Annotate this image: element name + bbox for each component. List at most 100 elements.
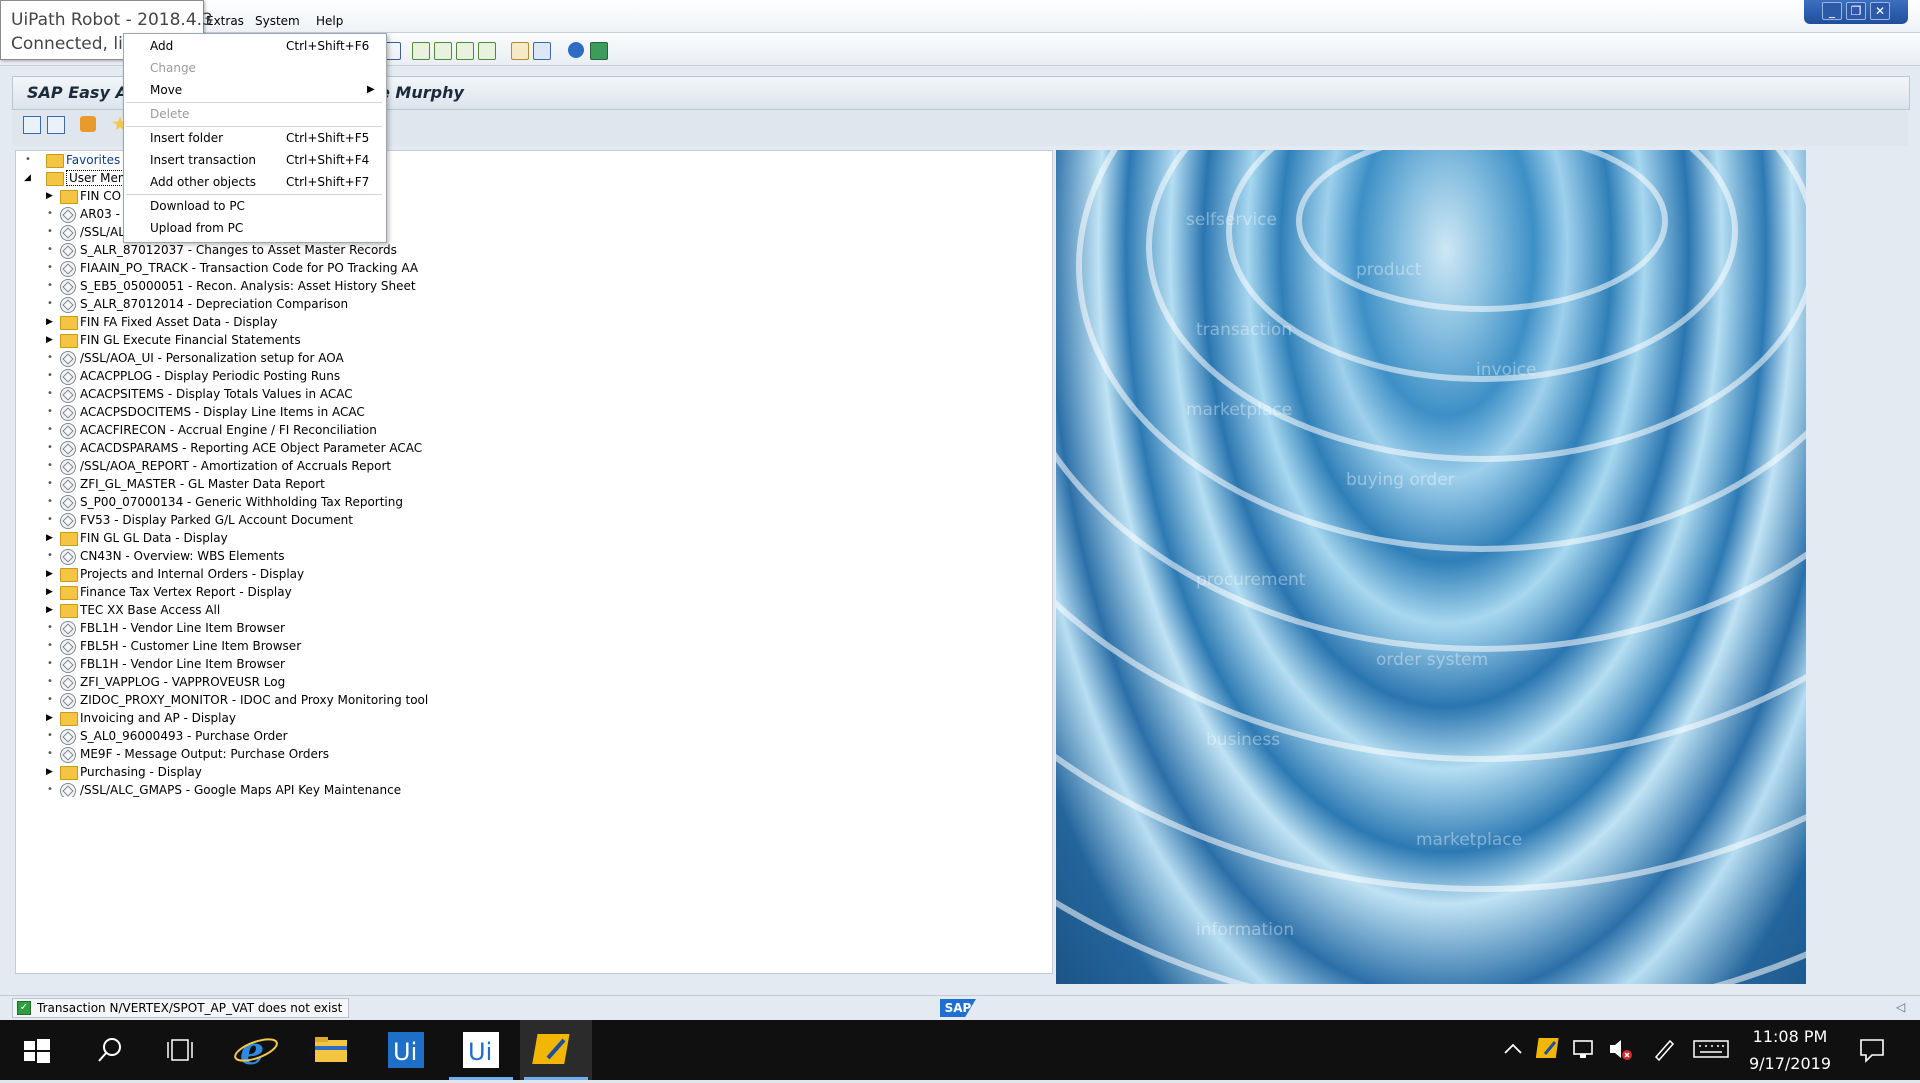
tree-item-label: S_ALR_87012037 - Changes to Asset Master… bbox=[80, 243, 397, 257]
menu-item-insert-transaction[interactable]: Insert transaction bbox=[150, 150, 256, 170]
shortcut-icon[interactable] bbox=[533, 42, 551, 60]
shortcut-insert-folder: Ctrl+Shift+F5 bbox=[286, 131, 370, 145]
screen-title-right: e Murphy bbox=[379, 83, 464, 102]
search-button[interactable] bbox=[72, 1020, 144, 1080]
transaction-icon bbox=[60, 495, 76, 511]
sap-tray-icon[interactable] bbox=[1536, 1035, 1564, 1063]
menu-tree: • Favorites ◢ User Menu f ▶ FIN CO C • AR03… bbox=[15, 150, 1053, 799]
tree-item-label: Projects and Internal Orders - Display bbox=[80, 567, 305, 581]
tree-item-label: S_EB5_05000051 - Recon. Analysis: Asset … bbox=[80, 279, 416, 293]
expand-arrow-icon[interactable]: ▶ bbox=[46, 709, 53, 727]
transaction-icon bbox=[60, 639, 76, 655]
expand-arrow-icon[interactable]: ▶ bbox=[46, 565, 53, 583]
tree-item-label: ACACPPLOG - Display Periodic Posting Run… bbox=[80, 369, 341, 383]
tree-item-label: FIN FA Fixed Asset Data - Display bbox=[80, 315, 278, 329]
uipath-robot-label: Ui bbox=[468, 1038, 492, 1066]
tree-item-label: FBL1H - Vendor Line Item Browser bbox=[80, 657, 285, 671]
uipath-studio-button[interactable]: Ui bbox=[370, 1020, 442, 1080]
task-view-button[interactable] bbox=[144, 1020, 216, 1080]
first-page-icon[interactable] bbox=[412, 42, 430, 60]
task-view-icon bbox=[167, 1039, 193, 1061]
create-role-icon[interactable] bbox=[47, 116, 65, 134]
transaction-icon bbox=[60, 621, 76, 637]
menu-item-move[interactable]: Move bbox=[150, 80, 182, 100]
transaction-icon bbox=[60, 459, 76, 475]
tree-bullet-icon: • bbox=[47, 730, 53, 741]
tree-bullet-icon: • bbox=[47, 748, 53, 759]
status-message-text: Transaction N/VERTEX/SPOT_AP_VAT does no… bbox=[37, 1001, 343, 1015]
folder-icon bbox=[60, 712, 78, 726]
transaction-icon bbox=[60, 423, 76, 439]
folder-icon bbox=[315, 1037, 347, 1062]
expand-arrow-icon[interactable]: ▶ bbox=[46, 601, 53, 619]
sap-logon-button[interactable] bbox=[520, 1020, 592, 1080]
tree-item-label: S_P00_07000134 - Generic Withholding Tax… bbox=[80, 495, 403, 509]
uipath-robot-button[interactable]: Ui bbox=[445, 1020, 517, 1080]
menu-item-delete: Delete bbox=[150, 107, 190, 121]
screen-title-left: SAP Easy A bbox=[27, 83, 128, 102]
transaction-icon bbox=[60, 729, 76, 745]
expand-arrow-icon[interactable]: ▶ bbox=[46, 313, 53, 331]
tree-item-label: /SSL/AL bbox=[80, 225, 125, 239]
previous-page-icon[interactable] bbox=[434, 42, 452, 60]
expand-arrow-icon[interactable]: ▶ bbox=[46, 529, 53, 547]
window-controls: _ ❐ ✕ bbox=[1804, 0, 1908, 24]
volume-muted-icon[interactable] bbox=[1606, 1035, 1634, 1063]
menu-item-add-other-objects[interactable]: Add other objects bbox=[150, 172, 256, 192]
tree-bullet-icon: • bbox=[47, 298, 53, 309]
menu-item-upload-from-pc[interactable]: Upload from PC bbox=[150, 218, 243, 238]
menu-help[interactable]: Help bbox=[316, 14, 343, 28]
tree-item-label: FIN GL Execute Financial Statements bbox=[80, 333, 301, 347]
tree-item-label: FBL5H - Customer Line Item Browser bbox=[80, 639, 302, 653]
expand-arrow-icon[interactable]: ▶ bbox=[46, 331, 53, 349]
minimize-button[interactable]: _ bbox=[1822, 2, 1842, 20]
menu-item-add[interactable]: Add bbox=[150, 36, 173, 56]
menu-item-download-to-pc[interactable]: Download to PC bbox=[150, 196, 245, 216]
chevron-up-icon[interactable] bbox=[1500, 1036, 1526, 1062]
clock-time[interactable]: 11:08 PM bbox=[1740, 1027, 1840, 1046]
tree-bullet-icon: • bbox=[47, 442, 53, 453]
sap-logo: SAP bbox=[940, 999, 976, 1017]
menu-system[interactable]: System bbox=[255, 14, 300, 28]
tree-bullet-icon: • bbox=[47, 370, 53, 381]
transaction-icon bbox=[60, 693, 76, 709]
assign-users-icon[interactable] bbox=[80, 116, 96, 132]
transaction-icon bbox=[60, 549, 76, 565]
status-expand-arrow-icon[interactable]: ◁ bbox=[1896, 1000, 1905, 1014]
pen-workspace-icon[interactable] bbox=[1650, 1035, 1678, 1063]
notification-center-icon[interactable] bbox=[1858, 1036, 1886, 1064]
last-page-icon[interactable] bbox=[478, 42, 496, 60]
folder-icon bbox=[60, 766, 78, 780]
tree-item-label: FIN GL GL Data - Display bbox=[80, 531, 228, 545]
layout-icon[interactable] bbox=[590, 42, 608, 60]
transaction-icon bbox=[60, 225, 76, 241]
network-icon[interactable] bbox=[1570, 1035, 1598, 1063]
next-page-icon[interactable] bbox=[456, 42, 474, 60]
clock-date[interactable]: 9/17/2019 bbox=[1740, 1054, 1840, 1073]
status-message[interactable]: ✓ Transaction N/VERTEX/SPOT_AP_VAT does … bbox=[12, 998, 350, 1018]
other-menu-icon[interactable] bbox=[23, 116, 41, 134]
tree-bullet-icon: • bbox=[47, 640, 53, 651]
transaction-icon bbox=[60, 243, 76, 259]
start-button[interactable] bbox=[0, 1020, 72, 1080]
help-icon[interactable] bbox=[568, 42, 584, 58]
tree-bullet-icon: • bbox=[47, 424, 53, 435]
expand-arrow-icon[interactable]: ▶ bbox=[46, 763, 53, 781]
tree-item-label: ME9F - Message Output: Purchase Orders bbox=[80, 747, 330, 761]
menu-item-insert-folder[interactable]: Insert folder bbox=[150, 128, 223, 148]
folder-icon bbox=[60, 190, 78, 204]
expand-arrow-icon[interactable]: ▶ bbox=[46, 187, 53, 205]
restore-button[interactable]: ❐ bbox=[1846, 2, 1866, 20]
tree-bullet-icon: • bbox=[47, 244, 53, 255]
close-button[interactable]: ✕ bbox=[1870, 2, 1890, 20]
tree-item-label: Invoicing and AP - Display bbox=[80, 711, 236, 725]
expand-arrow-icon[interactable]: ▶ bbox=[46, 583, 53, 601]
new-session-icon[interactable] bbox=[511, 42, 529, 60]
tree-bullet-icon: • bbox=[47, 622, 53, 633]
transaction-icon bbox=[60, 387, 76, 403]
transaction-icon bbox=[60, 261, 76, 277]
keyboard-icon[interactable] bbox=[1692, 1035, 1730, 1063]
file-explorer-button[interactable] bbox=[295, 1020, 367, 1080]
internet-explorer-button[interactable]: e bbox=[220, 1020, 292, 1080]
tree-item-label: ZFI_GL_MASTER - GL Master Data Report bbox=[80, 477, 325, 491]
